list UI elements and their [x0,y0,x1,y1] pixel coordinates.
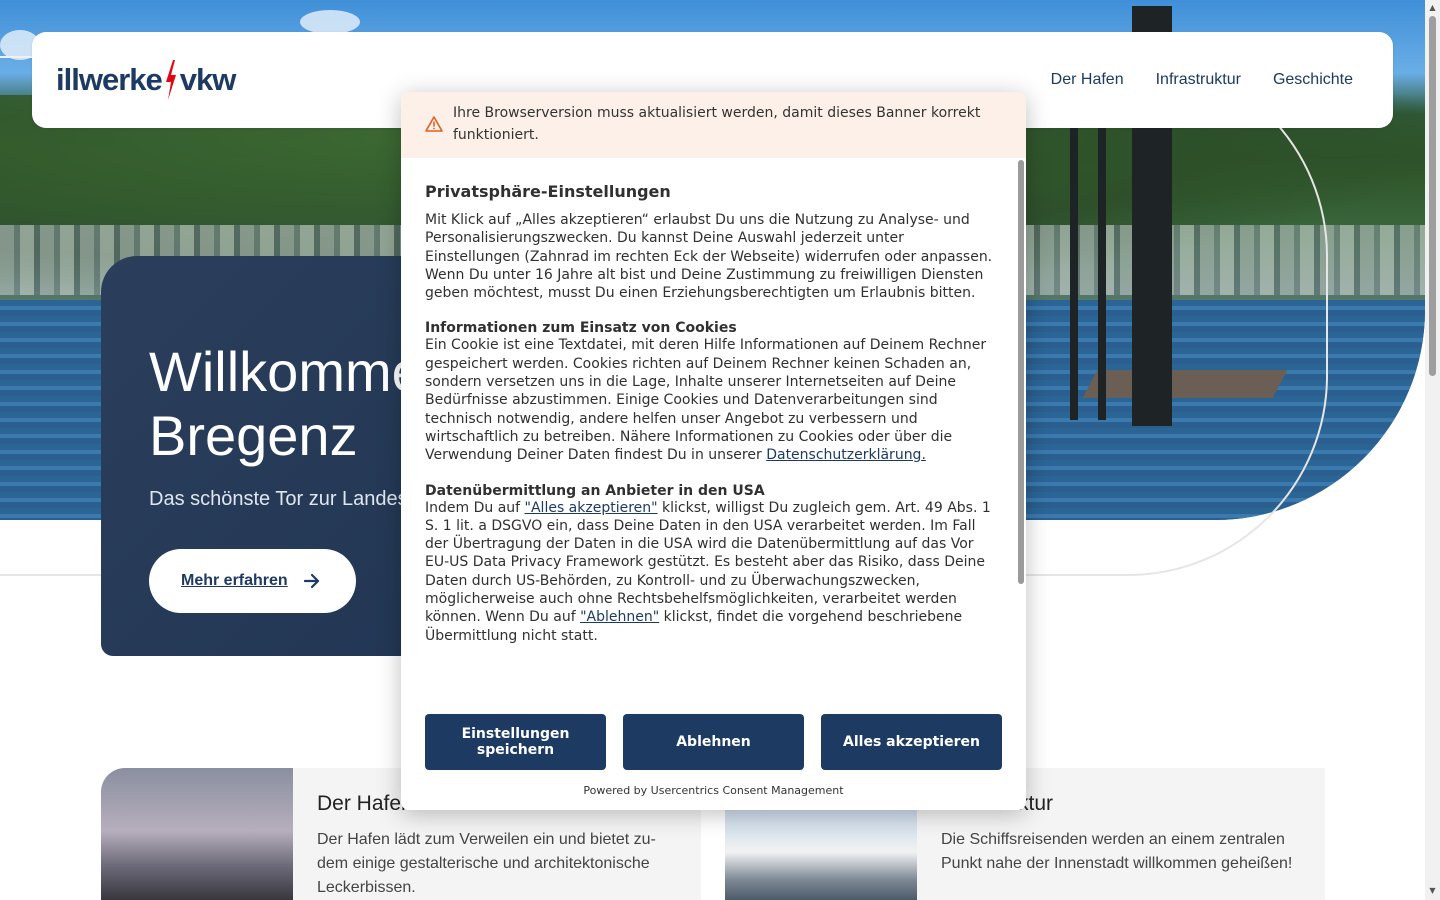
logo-text-right: vkw [179,62,237,97]
consent-dialog: Ihre Browserversion muss aktualisiert we… [401,92,1026,810]
cookies-text: Ein Cookie ist eine Textdatei, mit deren… [425,337,987,464]
page-scrollbar-thumb[interactable] [1429,16,1436,376]
save-settings-button[interactable]: Einstellungen speichern [425,714,606,770]
accept-all-button[interactable]: Alles akzeptieren [821,714,1002,770]
main-navigation: Der Hafen Infrastruktur Geschichte [1051,71,1353,89]
decline-button[interactable]: Ablehnen [623,714,804,770]
cookies-heading: Informationen zum Einsatz von Cookies [425,320,737,337]
consent-intro: Mit Klick auf „Alles akzeptieren“ erlaub… [425,212,993,302]
consent-title: Privatsphäre-Einstellungen [425,182,671,201]
nav-der-hafen[interactable]: Der Hafen [1051,71,1124,89]
scroll-up-arrow-icon[interactable]: ▲ [1428,3,1437,12]
lightning-bolt-icon [165,60,176,100]
usa-paragraph: Indem Du auf "Alles akzeptieren" klickst… [425,499,1002,645]
nav-infrastruktur[interactable]: Infrastruktur [1156,71,1241,89]
scroll-down-arrow-icon[interactable]: ▼ [1428,886,1437,895]
cookies-paragraph: Ein Cookie ist eine Textdatei, mit deren… [425,336,1002,464]
page-scrollbar[interactable]: ▲ ▼ [1425,0,1440,900]
consent-scrollbar-thumb[interactable] [1018,160,1024,584]
decline-inline-link[interactable]: "Ablehnen" [580,609,659,625]
feature-image-hafen [101,768,293,900]
feature-text: Die Schiffsreisenden werden an einem zen… [941,831,1293,872]
illwerke-vkw-logo[interactable]: illwerke vkw [56,60,237,100]
mehr-erfahren-button[interactable]: Mehr erfahren [149,549,356,613]
feature-text: Der Hafen lädt zum Verweilen ein und bie… [317,831,656,896]
warning-triangle-icon [425,116,443,132]
usa-text-1: Indem Du auf [425,499,521,516]
privacy-policy-link[interactable]: Datenschutzerklärung. [766,447,926,463]
browser-warning-banner: Ihre Browserversion muss aktualisiert we… [401,92,1026,158]
nav-geschichte[interactable]: Geschichte [1273,71,1353,89]
usa-heading: Datenübermittlung an Anbieter in den USA [425,482,765,499]
hero-title-line2: Bregenz [149,404,358,467]
usa-text-2: klickst, willigst Du zugleich gem. Art. … [425,499,991,626]
arrow-right-icon [303,573,319,589]
browser-warning-text: Ihre Browserversion muss aktualisiert we… [453,105,981,143]
powered-by-text: Powered by Usercentrics Consent Manageme… [583,784,844,797]
logo-text-left: illwerke [56,62,163,97]
accept-all-inline-link[interactable]: "Alles akzeptieren" [525,500,658,516]
consent-scroll-content[interactable]: Privatsphäre-Einstellungen Mit Klick auf… [401,158,1026,702]
consent-button-row: Einstellungen speichern Ablehnen Alles a… [425,714,1002,770]
cta-label: Mehr erfahren [181,572,288,589]
